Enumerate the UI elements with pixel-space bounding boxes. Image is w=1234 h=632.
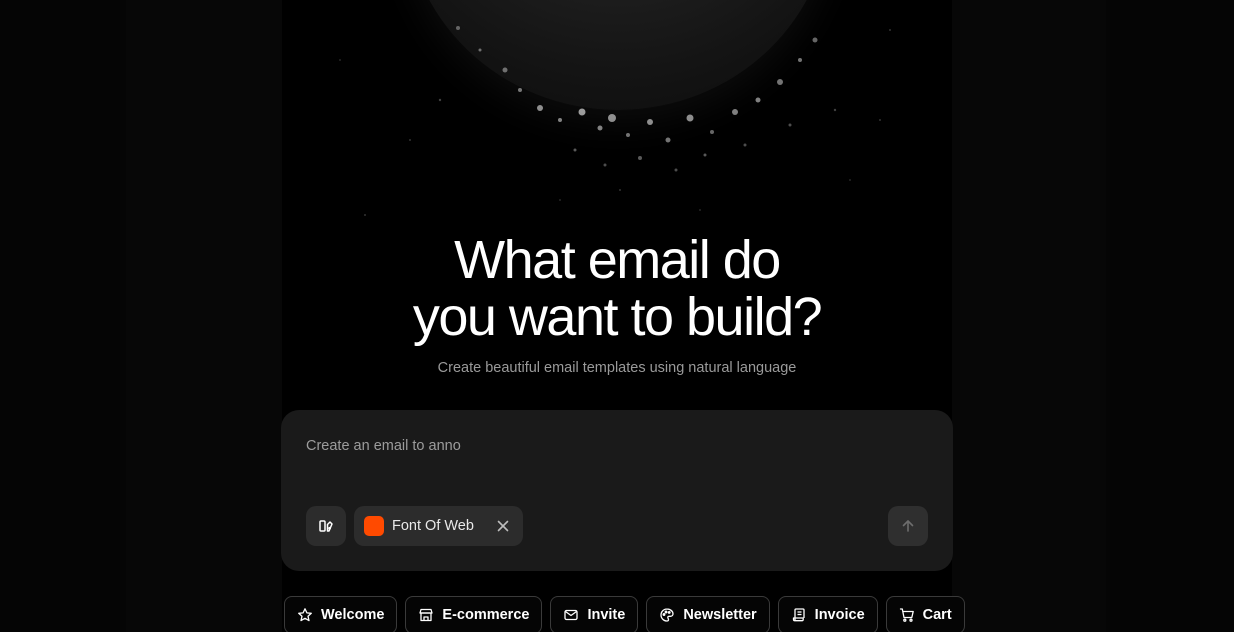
page-subtitle: Create beautiful email templates using n… (437, 360, 797, 376)
cart-icon (899, 608, 914, 622)
suggestion-label: Newsletter (683, 607, 757, 623)
suggestion-welcome[interactable]: Welcome (284, 596, 398, 632)
suggestion-label: Welcome (321, 607, 385, 623)
page-title: What email do you want to build? (282, 232, 952, 346)
suggestion-invite[interactable]: Invite (550, 596, 639, 632)
suggestion-label: Invoice (814, 607, 865, 623)
suggestion-label: Cart (922, 607, 952, 623)
arrow-up-icon (902, 520, 914, 532)
suggestion-label: Invite (587, 607, 626, 623)
brand-color-swatch (364, 516, 384, 536)
suggestion-chips: Welcome E-commerce Invite Newsletter Inv… (284, 596, 965, 632)
suggestion-newsletter[interactable]: Newsletter (646, 596, 770, 632)
suggestion-ecommerce[interactable]: E-commerce (405, 596, 543, 632)
page: What email do you want to build? Create … (0, 0, 1234, 632)
right-backdrop-panel (952, 0, 1106, 632)
template-button[interactable] (306, 506, 346, 546)
left-backdrop-panel (126, 0, 282, 632)
page-title-line-2: you want to build? (412, 287, 823, 347)
suggestion-label: E-commerce (442, 607, 530, 623)
suggestion-cart[interactable]: Cart (885, 596, 965, 632)
brand-chip-label: Font Of Web (392, 518, 474, 534)
layout-template-icon (319, 520, 333, 532)
send-button[interactable] (888, 506, 928, 546)
prompt-input[interactable] (306, 436, 926, 456)
receipt-icon (792, 608, 805, 622)
remove-brand-button[interactable] (495, 518, 511, 534)
store-icon (419, 608, 434, 622)
page-title-line-1: What email do (454, 230, 781, 290)
brand-chip[interactable]: Font Of Web (354, 506, 523, 546)
mail-icon (564, 609, 579, 621)
star-icon (298, 608, 312, 622)
close-icon (497, 520, 509, 532)
prompt-composer: Font Of Web (281, 410, 953, 571)
suggestion-invoice[interactable]: Invoice (777, 596, 878, 632)
palette-icon (660, 608, 674, 622)
